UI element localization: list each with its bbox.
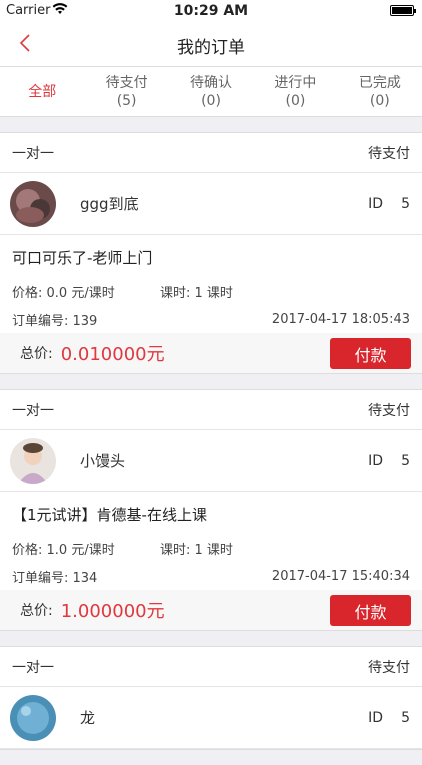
teacher-row[interactable]: 小馒头 ID 5 [0, 430, 422, 492]
tab-label: 待支付 [105, 74, 148, 91]
total-row: 总价: 1.000000元 付款 [0, 590, 422, 630]
total-amount: 0.010000元 [60, 344, 165, 365]
order-card[interactable]: 一对一 待支付 小馒头 ID 5 【1元试讲】肯德基-在线上课 价格: 1.0 元… [0, 389, 422, 631]
order-type: 一对一 [12, 659, 54, 676]
hours: 课时: 1 课时 [160, 285, 233, 301]
avatar [10, 437, 56, 484]
course-title: 可口可乐了-老师上门 [12, 249, 153, 267]
tab-label: 全部 [28, 83, 57, 100]
price-per-hour: 价格: 0.0 元/课时 [12, 285, 115, 301]
hours: 课时: 1 课时 [160, 542, 233, 558]
order-header: 一对一 待支付 [0, 133, 422, 173]
teacher-name: 龙 [80, 709, 96, 727]
tab-count: (0) [285, 92, 306, 109]
tab-pending-confirm[interactable]: 待确认 (0) [169, 67, 253, 116]
id-label: ID [368, 195, 384, 212]
tab-label: 待确认 [190, 74, 233, 91]
tab-all[interactable]: 全部 [0, 67, 84, 116]
tab-in-progress[interactable]: 进行中 (0) [253, 67, 337, 116]
order-meta-row: 价格: 1.0 元/课时 课时: 1 课时 [0, 534, 422, 562]
total-label: 总价: [20, 346, 53, 362]
tab-count: (0) [201, 92, 221, 109]
teacher-id: ID 5 [368, 453, 410, 469]
teacher-name: ggg到底 [80, 195, 139, 213]
avatar [10, 694, 56, 741]
order-header: 一对一 待支付 [0, 647, 422, 687]
order-number: 订单编号: 139 [12, 313, 98, 329]
total-amount: 1.000000元 [60, 601, 165, 622]
order-status: 待支付 [368, 659, 410, 676]
teacher-name: 小馒头 [80, 452, 126, 470]
id-label: ID [368, 452, 384, 469]
tab-label: 进行中 [274, 74, 317, 91]
navigation-bar: 我的订单 [0, 22, 422, 66]
id-value: 5 [401, 709, 410, 726]
order-date: 2017-04-17 18:05:43 [271, 311, 410, 327]
battery-icon [390, 5, 416, 16]
order-meta-row: 订单编号: 139 2017-04-17 18:05:43 [0, 305, 422, 333]
order-status: 待支付 [368, 402, 410, 419]
page-title: 我的订单 [177, 38, 245, 58]
id-value: 5 [401, 195, 410, 212]
id-value: 5 [401, 452, 410, 469]
order-type: 一对一 [12, 145, 54, 162]
pay-button[interactable]: 付款 [330, 595, 411, 626]
clock: 10:29 AM [173, 3, 249, 19]
teacher-row[interactable]: ggg到底 ID 5 [0, 173, 422, 235]
order-meta-row: 订单编号: 134 2017-04-17 15:40:34 [0, 562, 422, 590]
total-row: 总价: 0.010000元 付款 [0, 333, 422, 373]
order-status: 待支付 [368, 145, 410, 162]
pay-button[interactable]: 付款 [330, 338, 411, 369]
order-number: 订单编号: 134 [12, 570, 98, 586]
order-card[interactable]: 一对一 待支付 ggg到底 ID 5 可口可乐了-老师上门 价格: 0.0 元/课… [0, 132, 422, 374]
price-per-hour: 价格: 1.0 元/课时 [12, 542, 115, 558]
order-type: 一对一 [12, 402, 54, 419]
tab-completed[interactable]: 已完成 (0) [338, 67, 422, 116]
tab-count: (5) [116, 92, 137, 109]
total-label: 总价: [20, 603, 53, 619]
status-bar: Carrier 10:29 AM [0, 0, 422, 22]
tab-pending-payment[interactable]: 待支付 (5) [84, 67, 168, 116]
order-date: 2017-04-17 15:40:34 [271, 568, 410, 584]
course-title: 【1元试讲】肯德基-在线上课 [12, 506, 207, 524]
order-list: 一对一 待支付 ggg到底 ID 5 可口可乐了-老师上门 价格: 0.0 元/课… [0, 132, 422, 765]
tab-label: 已完成 [358, 74, 401, 91]
order-card[interactable]: 一对一 待支付 龙 ID 5 [0, 646, 422, 750]
teacher-id: ID 5 [368, 710, 410, 726]
order-status-tabs: 全部 待支付 (5) 待确认 (0) 进行中 (0) 已完成 (0) [0, 66, 422, 117]
tab-count: (0) [369, 92, 390, 109]
order-header: 一对一 待支付 [0, 390, 422, 430]
teacher-id: ID 5 [368, 196, 410, 212]
order-meta-row: 价格: 0.0 元/课时 课时: 1 课时 [0, 277, 422, 305]
id-label: ID [368, 709, 384, 726]
teacher-row[interactable]: 龙 ID 5 [0, 687, 422, 749]
avatar [10, 180, 56, 227]
